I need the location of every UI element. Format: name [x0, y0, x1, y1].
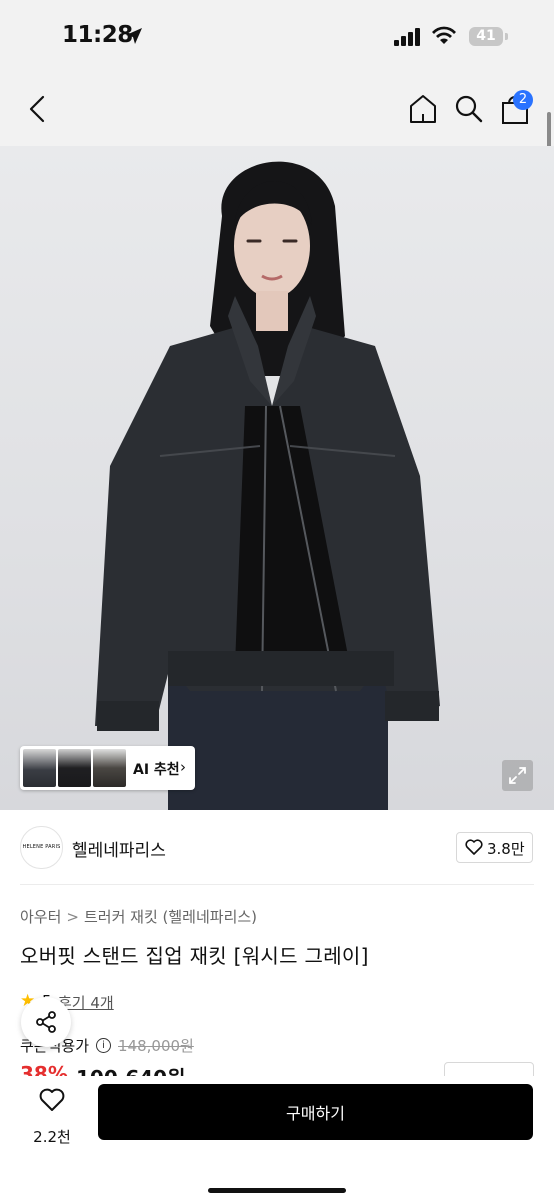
- signal-icon: [394, 28, 420, 46]
- brand-name[interactable]: 헬레네파리스: [72, 836, 166, 861]
- home-icon[interactable]: [406, 92, 440, 126]
- bottom-action-bar: 2.2천 구매하기: [0, 1076, 554, 1200]
- brand-logo[interactable]: HELENE PARIS: [20, 826, 63, 869]
- buy-button[interactable]: 구매하기: [98, 1084, 533, 1140]
- breadcrumb: 아우터 > 트러커 재킷 (헬레네파리스): [20, 906, 257, 927]
- brand-row[interactable]: HELENE PARIS 헬레네파리스 3.8만: [0, 810, 554, 884]
- status-time: 11:28: [62, 22, 133, 48]
- battery-cap: [505, 33, 508, 40]
- status-bar: 11:28 41: [0, 0, 554, 72]
- share-button[interactable]: [21, 997, 71, 1047]
- product-image[interactable]: [0, 146, 554, 810]
- breadcrumb-separator: >: [66, 908, 79, 926]
- top-nav: [0, 72, 554, 146]
- home-indicator: [208, 1188, 346, 1193]
- expand-icon[interactable]: [502, 760, 533, 791]
- cart-count-badge: 2: [513, 90, 533, 110]
- wishlist-count: 2.2천: [33, 1128, 71, 1146]
- heart-icon: [465, 839, 483, 855]
- recommend-thumb-2[interactable]: [58, 749, 91, 787]
- back-icon[interactable]: [22, 92, 52, 126]
- breadcrumb-category[interactable]: 아우터: [20, 908, 61, 926]
- battery-icon: 41: [469, 27, 503, 46]
- brand-like-button[interactable]: 3.8만: [456, 832, 533, 863]
- original-price: 148,000원: [118, 1037, 194, 1055]
- heart-icon: [39, 1088, 65, 1111]
- brand-like-count: 3.8만: [487, 840, 525, 858]
- divider: [20, 884, 534, 885]
- recommend-thumb-3[interactable]: [93, 749, 126, 787]
- recommend-thumb-1[interactable]: [23, 749, 56, 787]
- ai-recommend-strip[interactable]: AI 추천 ›: [20, 746, 195, 790]
- wishlist-button[interactable]: 2.2천: [28, 1086, 76, 1146]
- ai-recommend-label[interactable]: AI 추천: [133, 759, 180, 779]
- search-icon[interactable]: [452, 92, 486, 126]
- breadcrumb-subcategory[interactable]: 트러커 재킷 (헬레네파리스): [84, 908, 257, 926]
- info-icon[interactable]: i: [96, 1038, 111, 1053]
- product-title: 오버핏 스탠드 집업 재킷 [워시드 그레이]: [20, 944, 369, 968]
- location-arrow-icon: [126, 28, 142, 44]
- chevron-right-icon: ›: [180, 758, 186, 776]
- product-photo: [95, 161, 440, 810]
- wifi-icon: [432, 26, 456, 44]
- share-icon: [36, 1011, 56, 1033]
